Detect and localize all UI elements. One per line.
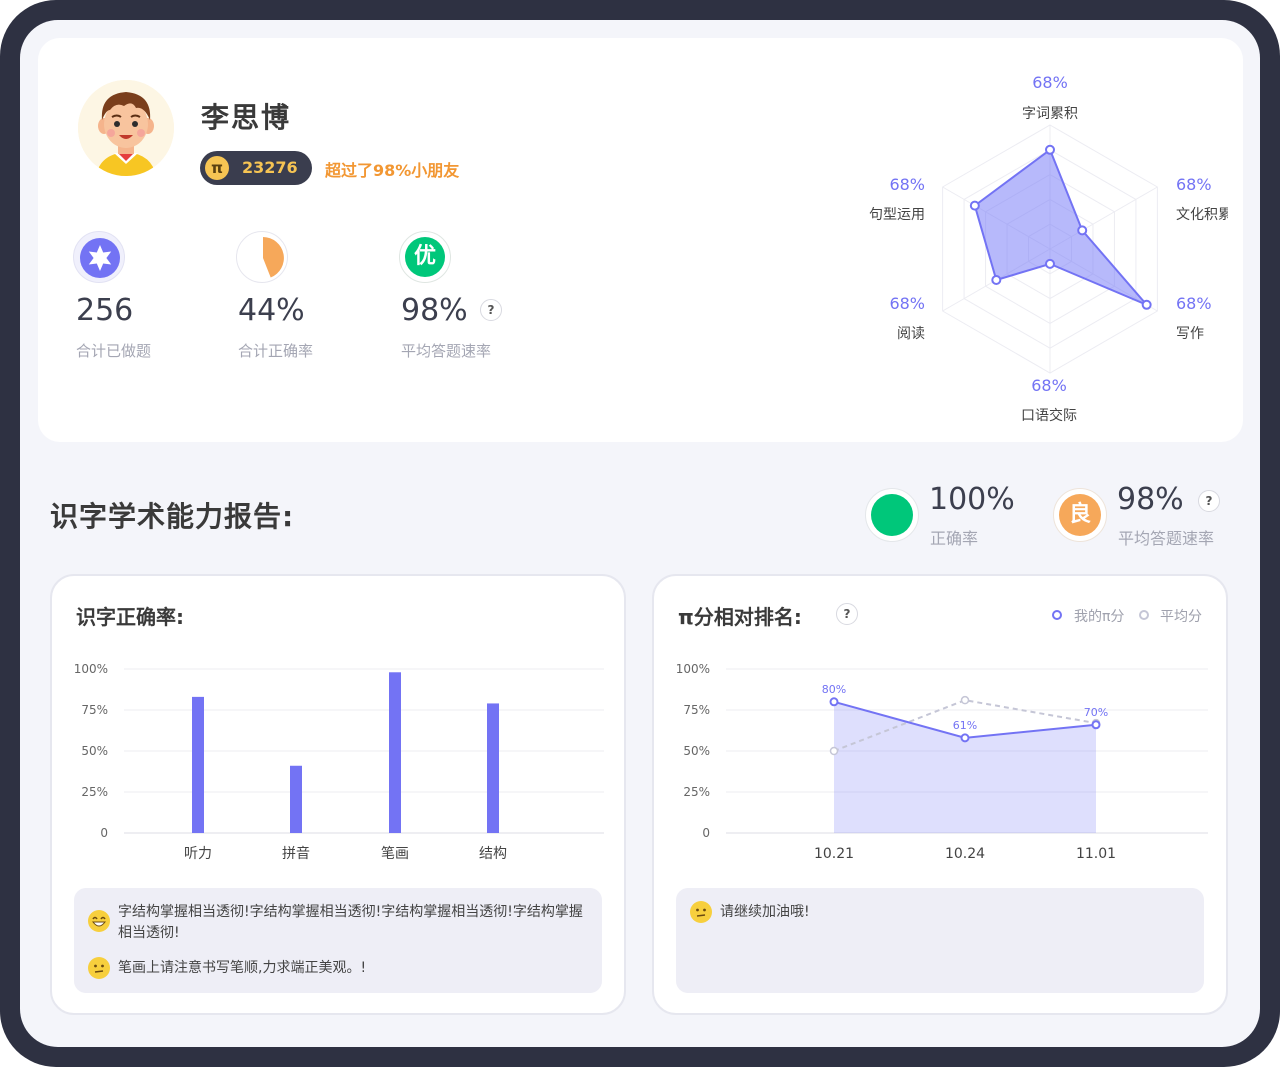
total-accuracy-value: 44% [238,293,305,328]
x-tick-label: 结构 [479,846,507,862]
pi-score-value: 23276 [242,158,298,177]
radar-axis-label: 口语交际 [1021,407,1077,424]
radar-value-label: 68% [1176,294,1212,313]
average-legend-dot [1139,610,1149,620]
green-dot-icon [871,494,913,536]
ranking-comment-box: 请继续加油哦! [676,888,1204,993]
report-title: 识字学术能力报告: [50,500,295,533]
x-tick-label: 拼音 [282,845,310,862]
radar-axis-label: 字词累积 [1022,106,1078,122]
x-tick-label: 11.01 [1076,846,1116,862]
radar-point [969,200,980,211]
average-point [829,746,839,756]
y-tick-label: 0 [100,826,108,840]
avg-speed-label: 平均答题速率 [401,342,492,360]
radar-point [1045,144,1055,155]
x-tick-label: 听力 [184,846,212,862]
pi-score-pill: π 23276 [200,151,312,185]
grin-emoji-icon [88,910,110,932]
rank-text: 超过了98%小朋友 [325,161,460,180]
device-frame: 李思博 π 23276 超过了98%小朋友 256 合计已做题 44% 合计正确… [0,0,1280,1067]
radar-axis-label: 写作 [1176,326,1204,342]
radar-value-label: 68% [889,294,925,313]
accuracy-bar-chart: 100% 75% 50% 25% 0 听力 拼音 笔画 结构 [74,662,604,862]
total-questions-label: 合计已做题 [76,342,152,360]
my-score-legend[interactable]: 我的π分 [1074,606,1124,626]
my-score-point [829,697,839,707]
ability-radar-chart: 68% 字词累积 68% 文化积累 68% 写作 68% 口语交际 68% 阅读 68% 句型运用 [848,68,1232,438]
student-name: 李思博 [201,101,292,134]
comment-text: 请继续加油哦! [720,904,810,920]
radar-axis-label: 文化积累 [1176,207,1228,223]
bar [389,672,401,833]
help-icon[interactable]: ? [836,603,858,625]
grade-excellent-badge: 优 [405,237,445,277]
report-speed-value: 98% [1117,482,1184,517]
radar-point [1045,258,1055,269]
radar-axis-label: 句型运用 [869,207,925,223]
pi-coin-icon: π [205,156,229,180]
report-accuracy-value: 100% [929,482,1015,517]
bar [487,703,499,833]
radar-value-label: 68% [1032,73,1068,92]
neutral-emoji-icon [88,957,110,979]
radar-point [1141,299,1152,310]
accuracy-status-icon [865,488,919,542]
radar-point [991,275,1002,285]
report-accuracy-label: 正确率 [930,529,979,548]
report-speed-label: 平均答题速率 [1118,529,1215,548]
y-tick-label: 25% [683,785,710,799]
radar-point [1077,225,1088,236]
student-avatar[interactable] [78,80,174,176]
y-tick-label: 0 [702,826,710,840]
data-label: 61% [953,719,977,732]
profile-card: 李思博 π 23276 超过了98%小朋友 256 合计已做题 44% 合计正确… [38,38,1243,442]
radar-value-label: 68% [1031,376,1067,395]
y-tick-label: 50% [683,744,710,758]
boy-avatar-icon [78,80,174,176]
y-tick-label: 25% [81,785,108,799]
neutral-emoji-icon [690,901,712,923]
y-tick-label: 75% [81,703,108,717]
x-tick-label: 笔画 [381,846,409,862]
my-score-point [1091,720,1101,730]
comment-text: 笔画上请注意书写笔顺,力求端正美观。! [118,960,367,976]
bar [290,765,302,833]
radar-value-label: 68% [1176,175,1212,194]
accuracy-panel: 识字正确率: 100% 75% 50% 25% 0 听力 拼音 笔画 结构 字结构掌握相当透彻!… [50,574,626,1015]
bar [192,696,204,833]
grade-badge-icon: 优 [399,231,451,283]
accuracy-comment-box: 字结构掌握相当透彻!字结构掌握相当透彻!字结构掌握相当透彻!字结构掌握相当透彻!… [74,888,602,993]
average-legend[interactable]: 平均分 [1160,606,1202,626]
help-icon[interactable]: ? [1198,490,1220,512]
total-accuracy-label: 合计正确率 [238,342,314,360]
y-tick-label: 100% [676,662,710,676]
comment-text: 字结构掌握相当透彻!字结构掌握相当透彻!字结构掌握相当透彻!字结构掌握相当透彻! [118,904,583,941]
x-tick-label: 10.24 [945,846,985,862]
star-badge-icon [73,231,125,283]
accuracy-panel-title: 识字正确率: [76,605,184,629]
total-questions-value: 256 [76,293,134,328]
y-tick-label: 100% [74,662,108,676]
data-label: 70% [1084,706,1108,719]
ranking-line-chart: 100% 75% 50% 25% 0 80% 61% 70% 10.21 10.24 11.01 [676,662,1208,862]
help-icon[interactable]: ? [480,299,502,321]
speed-grade-icon: 良 [1053,488,1107,542]
data-label: 80% [822,683,846,696]
average-point [960,695,970,705]
y-tick-label: 50% [81,744,108,758]
radar-value-label: 68% [889,175,925,194]
grade-good-badge: 良 [1059,494,1101,536]
avg-speed-value: 98% [401,293,468,328]
y-tick-label: 75% [683,703,710,717]
my-score-point [960,733,970,743]
radar-axis-label: 阅读 [897,325,925,342]
ranking-panel: π分相对排名: ? 我的π分 平均分 100% 75% 50% 25% 0 80% 61% 7… [652,574,1228,1015]
x-tick-label: 10.21 [814,846,854,862]
app-screen: 李思博 π 23276 超过了98%小朋友 256 合计已做题 44% 合计正确… [20,20,1260,1047]
ranking-panel-title: π分相对排名: [678,605,802,629]
pie-progress-icon [236,231,288,283]
my-score-legend-dot [1052,610,1062,620]
